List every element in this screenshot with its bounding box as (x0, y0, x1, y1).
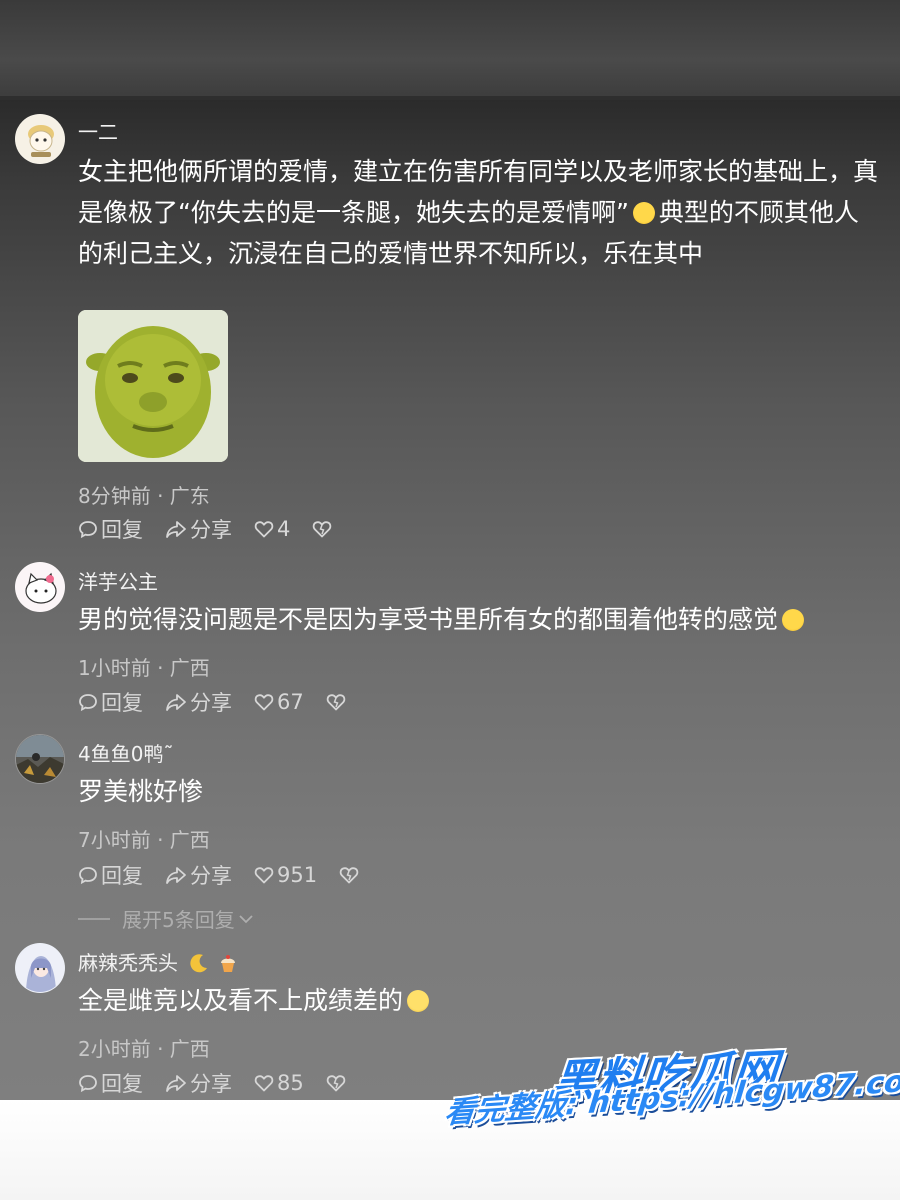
share-arrow-icon (166, 521, 186, 538)
timestamp-location: 1小时前 · 广西 (78, 656, 210, 680)
chevron-down-icon (239, 914, 253, 923)
reply-bubble-icon (79, 694, 97, 712)
like-heart-icon (254, 1075, 274, 1092)
avatar[interactable] (15, 943, 65, 993)
share-button[interactable]: 分享 (165, 514, 232, 544)
laughing-tears-emoji-icon (632, 202, 655, 224)
comment-actions: 回复 分享 85 (78, 1070, 371, 1096)
dislike-heart-icon (313, 521, 332, 538)
expand-replies-label: 展开5条回复 (122, 908, 235, 932)
like-count: 4 (277, 517, 291, 541)
reply-label: 回复 (101, 518, 143, 542)
avatar[interactable] (15, 562, 65, 612)
like-heart-icon (254, 867, 274, 884)
dazed-face-emoji-icon (407, 990, 430, 1012)
dislike-heart-icon (326, 694, 345, 711)
username[interactable]: 洋芋公主 (78, 566, 158, 595)
like-count: 951 (277, 863, 318, 887)
comment-text-part: 全是雌竞以及看不上成绩差的 (78, 986, 404, 1015)
reply-button[interactable]: 回复 (78, 1068, 143, 1098)
share-label: 分享 (190, 691, 232, 715)
divider-line (78, 917, 110, 920)
like-heart-icon (254, 521, 274, 538)
reply-bubble-icon (79, 867, 97, 885)
like-button[interactable]: 67 (254, 690, 304, 714)
comment-text: 男的觉得没问题是不是因为享受书里所有女的都围着他转的感觉 (78, 599, 883, 640)
avatar[interactable] (15, 114, 65, 164)
share-label: 分享 (190, 1072, 232, 1096)
reply-button[interactable]: 回复 (78, 687, 143, 717)
reply-button[interactable]: 回复 (78, 514, 143, 544)
shrek-sticker-image[interactable] (78, 310, 228, 462)
comment-text-part: 男的觉得没问题是不是因为享受书里所有女的都围着他转的感觉 (78, 605, 779, 634)
rolling-laugh-emoji-icon (782, 609, 805, 631)
like-button[interactable]: 951 (254, 863, 317, 887)
share-button[interactable]: 分享 (165, 1068, 232, 1098)
expand-replies-button[interactable]: 展开5条回复 (78, 904, 254, 933)
username[interactable]: 麻辣秃秃头 (78, 947, 239, 976)
dislike-button[interactable] (326, 1074, 349, 1092)
reply-label: 回复 (101, 691, 143, 715)
cupcake-emoji-icon (220, 955, 235, 972)
like-heart-icon (254, 694, 274, 711)
username-text: 麻辣秃秃头 (78, 951, 178, 975)
share-arrow-icon (166, 867, 186, 884)
share-label: 分享 (190, 864, 232, 888)
top-bar (0, 0, 900, 100)
like-count: 85 (277, 1071, 304, 1095)
moon-emoji-icon (190, 954, 208, 973)
dislike-button[interactable] (312, 520, 335, 538)
like-button[interactable]: 85 (254, 1071, 304, 1095)
comment-text: 罗美桃好惨 (78, 777, 204, 806)
dislike-button[interactable] (339, 866, 362, 884)
comment-actions: 回复 分享 67 (78, 689, 371, 715)
share-arrow-icon (166, 1075, 186, 1092)
reply-bubble-icon (79, 1075, 97, 1093)
comment-text: 全是雌竞以及看不上成绩差的 (78, 980, 883, 1021)
like-button[interactable]: 4 (254, 517, 290, 541)
comment-list[interactable]: 一二 女主把他俩所谓的爱情，建立在伤害所有同学以及老师家长的基础上，真是像极了“… (0, 100, 900, 1100)
dislike-heart-icon (326, 1075, 345, 1092)
share-label: 分享 (190, 518, 232, 542)
comment-actions: 回复 分享 4 (78, 516, 357, 542)
share-arrow-icon (166, 694, 186, 711)
like-count: 67 (277, 690, 304, 714)
dislike-heart-icon (339, 867, 359, 884)
username[interactable]: 一二 (78, 116, 118, 145)
comment-text: 女主把他俩所谓的爱情，建立在伤害所有同学以及老师家长的基础上，真是像极了“你失去… (78, 151, 883, 274)
share-button[interactable]: 分享 (165, 860, 232, 890)
username[interactable]: 4鱼鱼0鸭˜ (78, 738, 173, 767)
comment-actions: 回复 分享 951 (78, 862, 384, 888)
timestamp-location: 8分钟前 · 广东 (78, 484, 210, 508)
reply-bubble-icon (79, 521, 97, 539)
timestamp-location: 7小时前 · 广西 (78, 828, 210, 852)
reply-label: 回复 (101, 1072, 143, 1096)
avatar[interactable] (15, 734, 65, 784)
dislike-button[interactable] (326, 693, 349, 711)
timestamp-location: 2小时前 · 广西 (78, 1037, 210, 1061)
reply-label: 回复 (101, 864, 143, 888)
reply-button[interactable]: 回复 (78, 860, 143, 890)
share-button[interactable]: 分享 (165, 687, 232, 717)
